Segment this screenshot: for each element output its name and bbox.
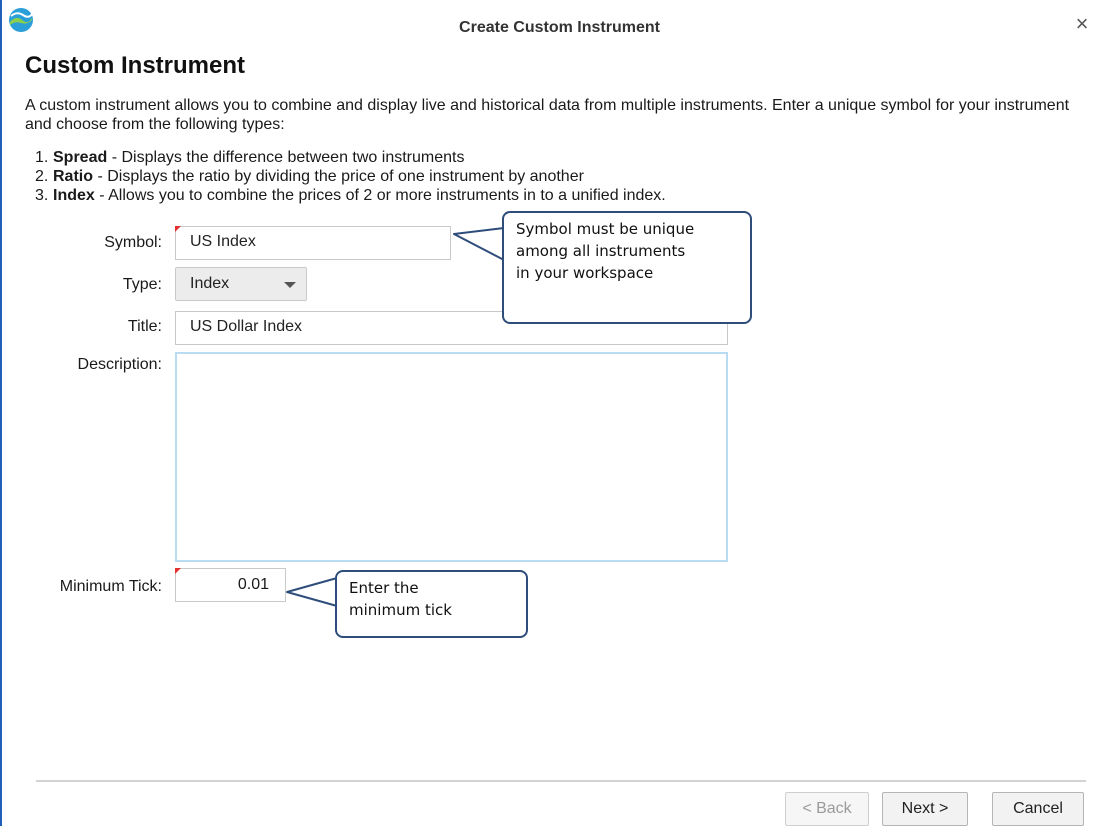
chevron-down-icon xyxy=(284,282,296,288)
symbol-input[interactable]: US Index xyxy=(175,226,451,260)
min-tick-label: Minimum Tick: xyxy=(59,578,162,595)
list-number: 1. xyxy=(35,149,49,166)
description-textarea[interactable] xyxy=(175,352,728,562)
type-name: Ratio xyxy=(53,168,93,185)
symbol-label: Symbol: xyxy=(104,234,162,251)
description-label: Description: xyxy=(77,356,162,373)
instrument-type-list: 1. Spread - Displays the difference betwe… xyxy=(35,148,666,205)
tick-callout-pointer xyxy=(286,577,339,607)
type-name: Spread xyxy=(53,149,108,166)
back-button[interactable]: < Back xyxy=(785,792,869,826)
window-title: Create Custom Instrument xyxy=(459,19,660,36)
list-item: 2. Ratio - Displays the ratio by dividing… xyxy=(35,167,666,186)
cancel-button[interactable]: Cancel xyxy=(992,792,1084,826)
symbol-callout: Symbol must be unique among all instrume… xyxy=(502,211,752,324)
callout-line: Symbol must be unique xyxy=(516,220,695,238)
callout-line: in your workspace xyxy=(516,264,654,282)
title-bar: Create Custom Instrument × xyxy=(2,0,1097,40)
close-icon[interactable]: × xyxy=(1070,12,1094,36)
tick-callout: Enter the minimum tick xyxy=(335,570,528,638)
page-title: Custom Instrument xyxy=(25,52,246,79)
footer-divider xyxy=(36,780,1086,782)
type-label: Type: xyxy=(122,276,162,293)
type-select-value: Index xyxy=(190,275,230,292)
list-number: 2. xyxy=(35,168,49,185)
intro-text: A custom instrument allows you to combin… xyxy=(25,97,1070,133)
callout-line: among all instruments xyxy=(516,242,686,260)
list-item: 1. Spread - Displays the difference betwe… xyxy=(35,148,666,167)
symbol-callout-pointer xyxy=(453,227,506,261)
list-item: 3. Index - Allows you to combine the pric… xyxy=(35,186,666,205)
callout-line: minimum tick xyxy=(349,601,452,619)
type-select[interactable]: Index xyxy=(175,267,307,301)
callout-line: Enter the xyxy=(349,579,419,597)
next-button[interactable]: Next > xyxy=(882,792,968,826)
type-name: Index xyxy=(53,187,95,204)
dialog-window: Create Custom Instrument × Custom Instru… xyxy=(0,0,1097,826)
list-number: 3. xyxy=(35,187,49,204)
type-desc: - Displays the difference between two in… xyxy=(107,149,465,166)
title-label: Title: xyxy=(127,318,162,335)
type-desc: - Allows you to combine the prices of 2 … xyxy=(94,187,666,204)
min-tick-input[interactable]: 0.01 xyxy=(175,568,286,602)
type-desc: - Displays the ratio by dividing the pri… xyxy=(93,168,584,185)
